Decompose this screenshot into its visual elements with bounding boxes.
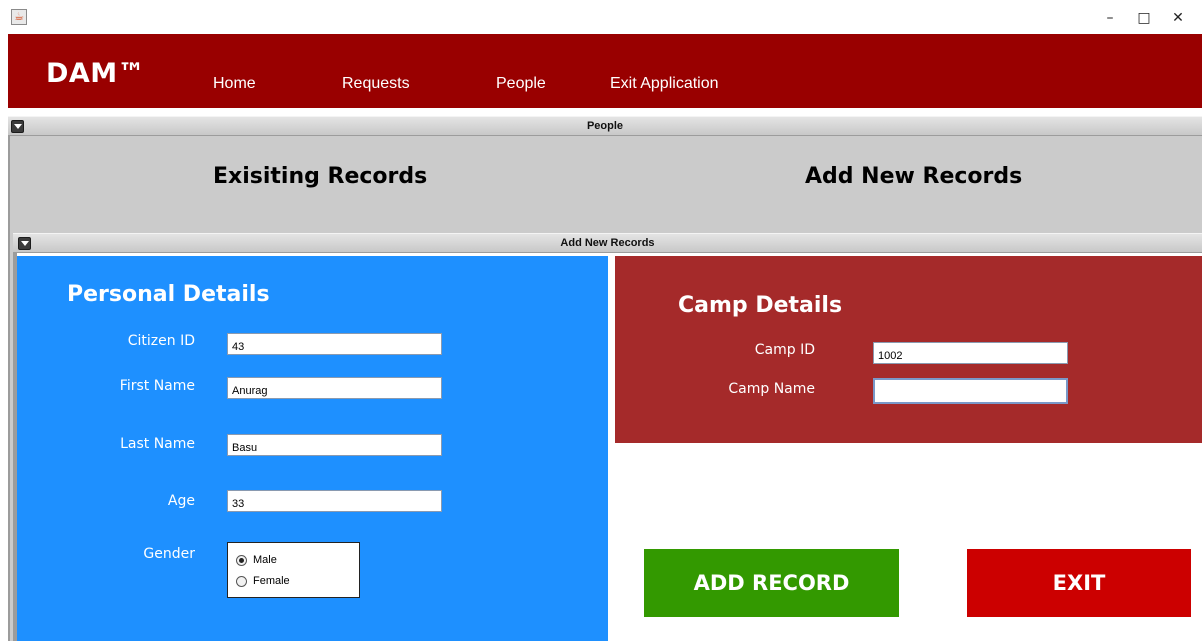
add-record-button[interactable]: ADD RECORD [644,549,899,617]
window-titlebar: ☕ – □ ✕ [0,0,1202,34]
age-field[interactable]: 33 [227,490,442,512]
gender-option-label: Male [253,554,277,566]
nav-exit-application[interactable]: Exit Application [610,74,719,94]
citizen-id-label: Citizen ID [127,333,195,349]
java-cup-icon[interactable]: ☕ [11,9,27,25]
people-frame-titlebar[interactable]: People [8,116,1202,136]
citizen-id-field[interactable]: 43 [227,333,442,355]
top-navbar: DAM™ Home Requests People Exit Applicati… [8,34,1202,108]
camp-name-label: Camp Name [728,381,815,397]
gender-option-label: Female [253,575,290,587]
last-name-field[interactable]: Basu [227,434,442,456]
gender-radio-group: Male Female [227,542,360,598]
gender-label: Gender [143,546,195,562]
nav-people[interactable]: People [496,74,546,94]
radio-unchecked-icon[interactable] [236,576,247,587]
tab-add-new-records[interactable]: Add New Records [805,164,1022,190]
camp-id-label: Camp ID [754,342,815,358]
first-name-label: First Name [119,378,195,394]
exit-button[interactable]: EXIT [967,549,1191,617]
gender-option-male[interactable]: Male [236,554,277,567]
minimize-icon[interactable]: – [1096,8,1124,28]
camp-details-title: Camp Details [678,293,843,318]
first-name-field[interactable]: Anurag [227,377,442,399]
last-name-label: Last Name [120,436,195,452]
camp-id-field[interactable]: 1002 [873,342,1068,364]
records-tab-bar: Exisiting Records Add New Records [10,136,1202,228]
tab-existing-records[interactable]: Exisiting Records [213,164,427,190]
maximize-icon[interactable]: □ [1130,8,1158,28]
radio-checked-icon[interactable] [236,555,247,566]
add-records-frame-title: Add New Records [560,237,655,249]
age-label: Age [167,493,195,509]
brand-logo: DAM™ [46,58,146,89]
nav-requests[interactable]: Requests [342,74,410,94]
people-frame-title: People [586,120,624,132]
add-records-frame-titlebar[interactable]: Add New Records [13,233,1202,253]
camp-name-field[interactable] [873,378,1068,404]
nav-home[interactable]: Home [213,74,256,94]
personal-details-title: Personal Details [67,282,270,307]
close-icon[interactable]: ✕ [1164,8,1192,28]
gender-option-female[interactable]: Female [236,575,290,588]
